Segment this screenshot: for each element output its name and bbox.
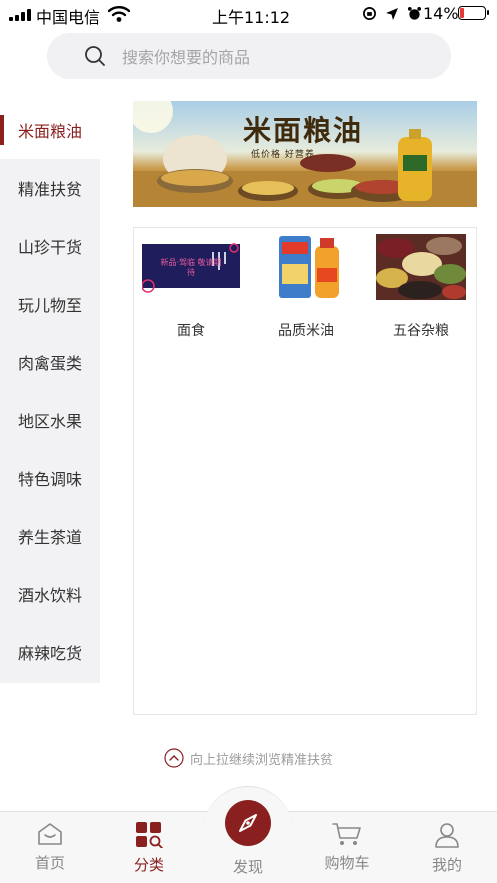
tab-discover[interactable] xyxy=(225,800,271,846)
pull-up-hint: 向上拉继续浏览精准扶贫 xyxy=(0,748,497,768)
tab-cart[interactable]: 购物车 xyxy=(307,822,387,873)
search-bar[interactable]: 搜索你想要的商品 xyxy=(47,33,451,79)
rotation-lock-icon xyxy=(363,7,376,20)
wifi-icon xyxy=(108,6,130,22)
rice-oil-image xyxy=(279,236,339,298)
clock-label: 上午11:12 xyxy=(212,8,291,27)
sidebar-item-seasoning[interactable]: 特色调味 xyxy=(0,449,100,507)
alarm-icon xyxy=(407,6,422,20)
sidebar-item-grain-oil[interactable]: 米面粮油 xyxy=(0,101,100,159)
location-icon xyxy=(386,7,398,20)
carrier-label: 中国电信 xyxy=(36,8,101,27)
tab-home[interactable]: 首页 xyxy=(10,822,90,873)
product-name: 面食 xyxy=(177,323,205,339)
category-icon xyxy=(136,822,163,848)
tab-discover-label: 发现 xyxy=(232,858,263,876)
tab-profile[interactable]: 我的 xyxy=(407,822,487,875)
noodles-image-caption: 新品·驾临 敬请期待 xyxy=(160,258,222,277)
sidebar-item-spicy-snacks[interactable]: 麻辣吃货 xyxy=(0,623,100,681)
status-bar: 中国电信 上午11:12 14% xyxy=(0,0,497,30)
pull-up-hint-text: 向上拉继续浏览精准扶贫 xyxy=(189,752,333,768)
product-name: 品质米油 xyxy=(278,323,334,339)
banner-title: 米面粮油 xyxy=(243,114,364,147)
sidebar-item-tea[interactable]: 养生茶道 xyxy=(0,507,100,565)
banner-subtitle: 低价格 好营养 xyxy=(251,150,315,160)
tab-category[interactable]: 分类 xyxy=(109,822,189,875)
sidebar-item-fruit[interactable]: 地区水果 xyxy=(0,391,100,449)
battery-icon xyxy=(458,6,489,20)
product-name: 五谷杂粮 xyxy=(393,323,449,339)
product-item-rice-oil[interactable]: 品质米油 xyxy=(251,234,361,340)
category-banner[interactable]: 米面粮油 低价格 好营养 xyxy=(133,101,477,207)
sidebar-item-toys[interactable]: 玩儿物至 xyxy=(0,275,100,333)
product-grid: 新品·驾临 敬请期待 面食 品质米油 五谷杂粮 xyxy=(133,227,477,715)
product-item-noodles[interactable]: 新品·驾临 敬请期待 面食 xyxy=(136,234,246,340)
product-item-grains[interactable]: 五谷杂粮 xyxy=(366,234,476,340)
cart-icon xyxy=(332,823,361,845)
search-placeholder: 搜索你想要的商品 xyxy=(122,48,251,67)
category-sidebar: 米面粮油 精准扶贫 山珍干货 玩儿物至 肉禽蛋类 地区水果 特色调味 养生茶道 … xyxy=(0,101,100,683)
compass-icon xyxy=(239,814,257,832)
sidebar-item-poverty-aid[interactable]: 精准扶贫 xyxy=(0,159,100,217)
sidebar-item-meat-eggs[interactable]: 肉禽蛋类 xyxy=(0,333,100,391)
chevron-up-circle-icon xyxy=(164,748,184,768)
battery-percent: 14% xyxy=(423,4,459,23)
sidebar-item-dried-goods[interactable]: 山珍干货 xyxy=(0,217,100,275)
sidebar-item-drinks[interactable]: 酒水饮料 xyxy=(0,565,100,623)
user-icon xyxy=(435,823,459,848)
home-icon xyxy=(38,823,62,845)
signal-icon xyxy=(9,9,31,21)
search-icon xyxy=(85,46,105,66)
grains-image xyxy=(376,234,466,300)
